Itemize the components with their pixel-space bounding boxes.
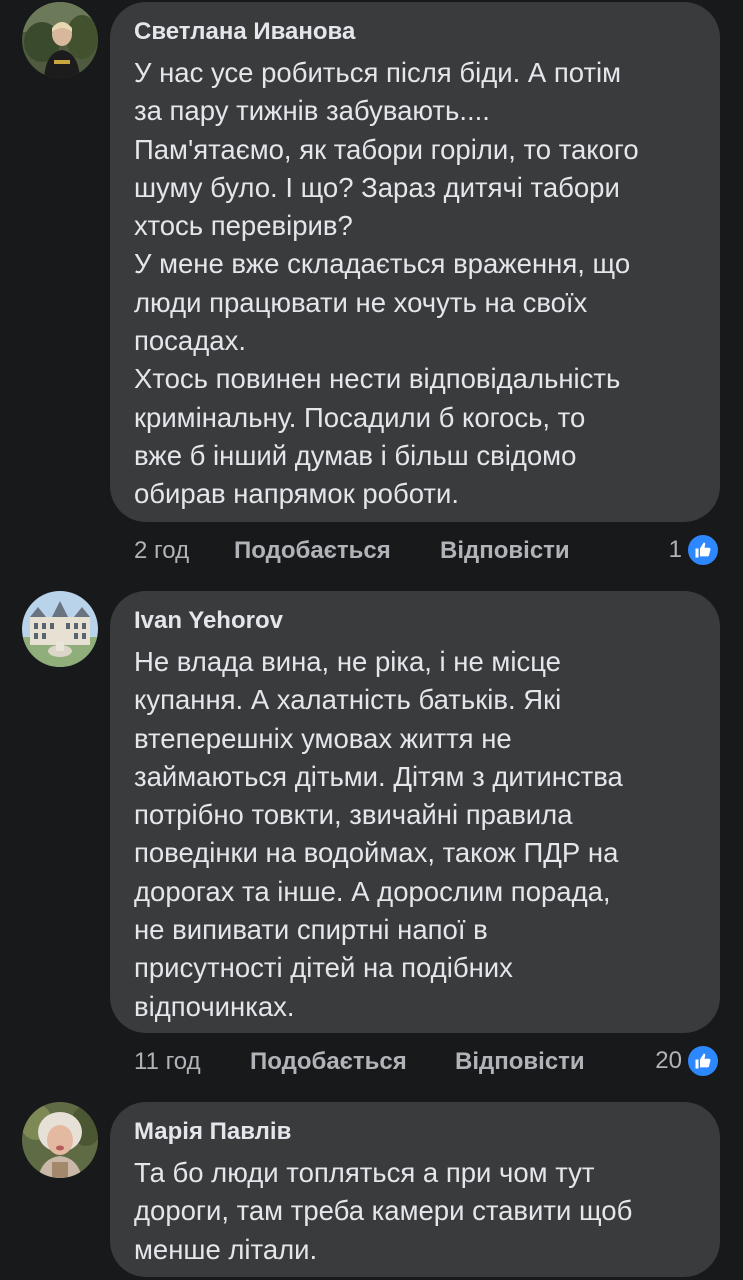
comment-text-line: посадах. bbox=[134, 325, 246, 357]
comment-timestamp[interactable]: 2 год bbox=[134, 537, 189, 565]
comment-actions: 11 год Подобається Відповісти 20 bbox=[134, 1042, 720, 1082]
avatar[interactable] bbox=[22, 1102, 98, 1178]
comment-author[interactable]: Ivan Yehorov bbox=[134, 605, 696, 637]
reaction-summary[interactable]: 1 bbox=[669, 533, 720, 567]
reply-button[interactable]: Відповісти bbox=[455, 1048, 585, 1076]
comment-bubble: Светлана Иванова У нас усе робиться післ… bbox=[110, 2, 720, 522]
comment-text-line: втеперешніх умовах життя не bbox=[134, 722, 512, 754]
comment-text-line: У мене вже складається враження, що bbox=[134, 248, 631, 280]
comment-text-line: дорогах та інше. А дорослим порада, bbox=[134, 875, 611, 907]
comment-text: У нас усе робиться після біди. А потім з… bbox=[134, 54, 696, 514]
avatar[interactable] bbox=[22, 591, 98, 667]
like-button[interactable]: Подобається bbox=[234, 537, 391, 565]
thumbs-up-icon bbox=[686, 533, 720, 567]
comment-text-line: купання. А халатність батьків. Які bbox=[134, 684, 562, 716]
comment-text-line: дороги, там треба камери ставити щоб bbox=[134, 1195, 633, 1227]
comment-bubble: Ivan Yehorov Не влада вина, не ріка, і н… bbox=[110, 591, 720, 1033]
comment-text-line: за пару тижнів забувають.... bbox=[134, 95, 490, 127]
comment-text-line: вже б інший думав і більш свідомо bbox=[134, 439, 577, 471]
comment-actions: 2 год Подобається Відповісти 1 bbox=[134, 531, 720, 571]
avatar[interactable] bbox=[22, 2, 98, 78]
comment-text-line: Пам'ятаємо, як табори горіли, то такого bbox=[134, 133, 639, 165]
comment-text-line: кримінальну. Посадили б когось, то bbox=[134, 401, 586, 433]
comment-text-line: не випивати спиртні напої в bbox=[134, 914, 488, 946]
reaction-count: 20 bbox=[655, 1047, 682, 1074]
thumbs-up-icon bbox=[686, 1044, 720, 1078]
comment-text-line: займаються дітьми. Дітям з дитинства bbox=[134, 760, 623, 792]
comment-text-line: обирав напрямок роботи. bbox=[134, 478, 459, 510]
comment-author[interactable]: Светлана Иванова bbox=[134, 16, 696, 48]
comment-text-line: У нас усе робиться після біди. А потім bbox=[134, 57, 622, 88]
reaction-count: 1 bbox=[668, 536, 682, 563]
comment-text-line: поведінки на водоймах, також ПДР на bbox=[134, 837, 619, 869]
comment-text-line: присутності дітей на подібних bbox=[134, 952, 513, 984]
comment-text: Та бо люди топляться а при чом тут дорог… bbox=[134, 1154, 696, 1269]
comment-text-line: відпочинках. bbox=[134, 990, 295, 1022]
like-button[interactable]: Подобається bbox=[250, 1048, 407, 1076]
comment-text-line: Не влада вина, не ріка, і не місце bbox=[134, 646, 561, 677]
comment-text-line: менше літали. bbox=[134, 1233, 318, 1265]
comment-text: Не влада вина, не ріка, і не місце купан… bbox=[134, 643, 696, 1026]
comment-timestamp[interactable]: 11 год bbox=[134, 1048, 201, 1076]
comment-text-line: потрібно товкти, звичайні правила bbox=[134, 799, 573, 831]
comment-author[interactable]: Марія Павлів bbox=[134, 1116, 696, 1148]
comment-text-line: Хтось повинен нести відповідальність bbox=[134, 363, 621, 395]
comment-text-line: Та бо люди топляться а при чом тут bbox=[134, 1157, 595, 1188]
comment-text-line: шуму було. І що? Зараз дитячі табори bbox=[134, 171, 620, 203]
reply-button[interactable]: Відповісти bbox=[440, 537, 570, 565]
comment-text-line: хтось перевірив? bbox=[134, 210, 353, 242]
reaction-summary[interactable]: 20 bbox=[655, 1044, 720, 1078]
comment-text-line: люди працювати не хочуть на своїх bbox=[134, 286, 588, 318]
comment-bubble: Марія Павлів Та бо люди топляться а при … bbox=[110, 1102, 720, 1277]
